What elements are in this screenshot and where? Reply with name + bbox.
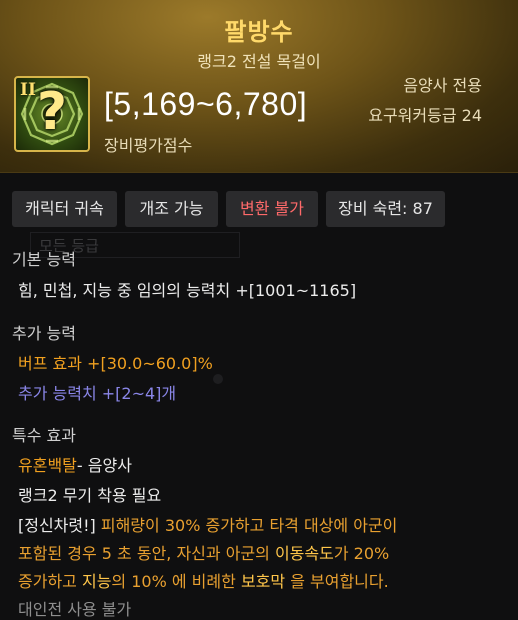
- special-skill-class: - 음양사: [76, 456, 132, 475]
- extra-stats-heading: 추가 능력: [12, 324, 76, 343]
- tag-modifiable[interactable]: 개조 가능: [125, 191, 218, 227]
- effect-desc-text-1: 피해량이 30% 증가하고 타격 대상에 아군이: [95, 516, 398, 535]
- effect-desc-line-2: 포함된 경우 5 초 동안, 자신과 아군의 이동속도가 20%: [18, 540, 389, 564]
- equipment-score: [5,169~6,780]: [104, 86, 308, 122]
- tag-equipment-mastery[interactable]: 장비 숙련: 87: [326, 191, 445, 227]
- tag-character-bound[interactable]: 캐릭터 귀속: [12, 191, 117, 227]
- effect-desc-text-3e: 을 부여합니다.: [285, 572, 389, 591]
- required-level: 요구워커등급 24: [368, 106, 482, 125]
- weapon-requirement-line: 랭크2 무기 착용 필요: [18, 486, 162, 505]
- special-skill-line: 유혼백탈- 음양사: [18, 452, 132, 476]
- equipment-score-label: 장비평가점수: [104, 136, 193, 155]
- unidentified-question-icon: ?: [36, 82, 68, 142]
- effect-desc-text-3a: 증가하고: [18, 572, 82, 591]
- keyword-move-speed: 이동속도: [274, 544, 334, 563]
- item-icon-frame: II ?: [14, 76, 90, 152]
- tooltip-header: 팔방수 랭크2 전설 목걸이 II ? [5,169~6,780] 장비평가점수…: [0, 0, 518, 173]
- buff-effect-line: 버프 효과 +[30.0~60.0]%: [18, 354, 213, 373]
- special-skill-name: 유혼백탈: [18, 456, 77, 475]
- effect-desc-line-3: 증가하고 지능의 10% 에 비례한 보호막 을 부여합니다.: [18, 568, 389, 592]
- extra-stat-count-line: 추가 능력치 +[2~4]개: [18, 384, 177, 403]
- effect-tag: [정신차렷!]: [18, 516, 96, 535]
- pvp-restriction: 대인전 사용 불가: [18, 600, 132, 619]
- effect-desc-line-1: [정신차렷!] 피해량이 30% 증가하고 타격 대상에 아군이: [18, 512, 397, 536]
- basic-stats-heading: 기본 능력: [12, 250, 76, 269]
- effect-desc-text-3c: 의 10% 에 비례한: [111, 572, 241, 591]
- background-radio-dot: [213, 374, 223, 384]
- keyword-shield: 보호막: [240, 572, 286, 591]
- basic-stat-line: 힘, 민첩, 지능 중 임의의 능력치 +[1001~1165]: [18, 281, 357, 300]
- class-restriction: 음양사 전용: [403, 76, 482, 95]
- effect-desc-text-2c: 가 20%: [333, 544, 390, 563]
- item-tooltip: 팔방수 랭크2 전설 목걸이 II ? [5,169~6,780] 장비평가점수…: [0, 0, 518, 620]
- effect-desc-text-2a: 포함된 경우 5 초 동안, 자신과 아군의: [18, 544, 275, 563]
- special-effect-heading: 특수 효과: [12, 426, 76, 445]
- item-rank-grade: 랭크2 전설 목걸이: [197, 52, 321, 71]
- item-name: 팔방수: [224, 18, 294, 46]
- tag-not-convertible[interactable]: 변환 불가: [226, 191, 318, 227]
- keyword-intelligence: 지능: [81, 572, 112, 591]
